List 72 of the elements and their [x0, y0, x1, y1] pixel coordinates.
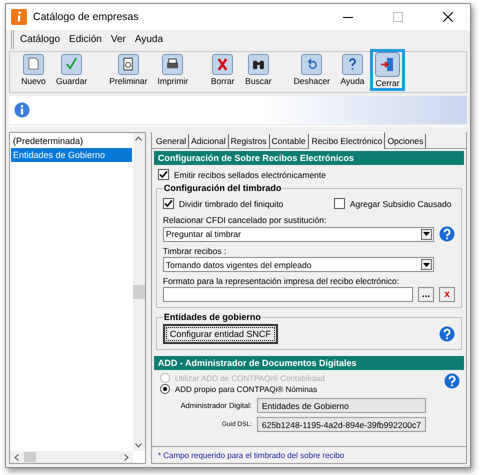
configure-button[interactable]: Configurar entidad SNCF	[162, 324, 278, 344]
browse-button[interactable]: ...	[418, 287, 434, 302]
help-icon[interactable]	[439, 326, 455, 342]
toolbar-button[interactable]: Guardar	[51, 51, 92, 89]
section-header: ADD - Administrador de Documentos Digitales	[154, 356, 464, 370]
undo-icon	[299, 54, 324, 75]
help-icon[interactable]	[444, 373, 460, 389]
toolbar-button[interactable]: Nuevo	[16, 51, 51, 89]
caret-icon	[423, 262, 430, 266]
tab[interactable]: Opciones	[385, 134, 426, 148]
checkbox[interactable]	[158, 169, 169, 180]
menu-item[interactable]: Ver	[110, 34, 126, 45]
menu-item[interactable]: Edición	[69, 34, 102, 45]
toolbar-button[interactable]: Ayuda	[335, 51, 370, 89]
x-icon	[210, 54, 236, 75]
clear-button[interactable]: x	[439, 287, 455, 302]
printer-icon	[160, 54, 186, 75]
checkbox[interactable]	[334, 198, 345, 209]
list-item[interactable]: (Predeterminada)	[11, 134, 132, 148]
chevron-icon[interactable]	[135, 136, 142, 141]
toolbar-button[interactable]: Buscar	[240, 51, 277, 89]
window-title: Catálogo de empresas	[33, 11, 140, 23]
tab[interactable]: Contable	[270, 134, 309, 148]
tab[interactable]: Registros	[228, 134, 270, 148]
minimize-icon[interactable]	[343, 16, 353, 18]
caret-icon	[423, 232, 430, 236]
info-icon	[14, 102, 30, 118]
tab[interactable]: Recibo Electrónico	[308, 132, 386, 149]
group-title: Configuración del timbrado	[162, 183, 282, 193]
menu-item[interactable]: Ayuda	[134, 34, 164, 45]
read-only-field: 625b1248-1195-4a2d-894e-39fb992200c7	[256, 417, 426, 432]
checkbox-label: Dividir timbrado del finiquito	[178, 198, 284, 208]
tab[interactable]: General	[154, 134, 190, 148]
toolbar-button[interactable]: Deshacer	[288, 51, 336, 89]
app-logo-icon	[11, 9, 27, 25]
menu-item[interactable]: Catálogo	[20, 34, 60, 45]
checkbox[interactable]	[162, 198, 174, 209]
read-only-field: Entidades de Gobierno	[256, 398, 426, 413]
close-icon[interactable]	[443, 12, 453, 22]
radio-label: ADD propio para CONTPAQi® Nóminas	[174, 384, 318, 394]
scroll-thumb[interactable]	[24, 452, 36, 462]
exit-icon	[375, 52, 400, 77]
scroll-thumb[interactable]	[132, 285, 145, 299]
list-item[interactable]: Entidades de Gobierno	[11, 148, 132, 162]
toolbar-button[interactable]: Borrar	[205, 51, 240, 89]
radio-dot-icon	[162, 387, 167, 391]
chevron-icon[interactable]	[14, 454, 19, 460]
toolbar-button[interactable]: Preliminar	[104, 51, 152, 89]
field-label: Relacionar CFDI cancelado por sustitución:	[162, 215, 326, 225]
radio-button[interactable]	[160, 384, 170, 394]
vertical-scrollbar[interactable]	[132, 133, 145, 451]
field-label: Formato para la representación impresa del recibo electrónico:	[162, 276, 400, 286]
section-header: Configuración de Sobre Recibos Electrónicos	[154, 151, 464, 165]
page-icon	[21, 54, 46, 75]
dropdown[interactable]: Preguntar al timbrar	[162, 226, 434, 242]
footer-note: * Campo requerido para el timbrado del sobre recibo	[158, 451, 344, 460]
checkmark-icon	[59, 54, 84, 75]
dropdown[interactable]: Tomando datos vigentes del empleado	[162, 257, 434, 272]
input-field[interactable]	[162, 287, 413, 302]
magnifier-page-icon	[116, 54, 141, 75]
radio-label: Utilizar ADD de CONTPAQi® Contabilidad	[174, 374, 325, 382]
field-label: Timbrar recibos :	[162, 246, 226, 256]
horizontal-scrollbar[interactable]	[10, 451, 133, 463]
checkbox-label: Agregar Subsidio Causado	[350, 198, 452, 208]
binoculars-icon	[246, 54, 271, 75]
help-icon	[340, 54, 366, 75]
toolbar-button[interactable]: Imprimir	[152, 51, 194, 89]
checkbox-label: Emitir recibos sellados electrónicamente	[174, 170, 326, 180]
tab[interactable]: Adicional	[189, 134, 229, 148]
toolbar-button[interactable]: Cerrar	[370, 49, 406, 91]
group-title: Entidades de gobierno	[162, 312, 262, 322]
help-icon[interactable]	[439, 226, 455, 242]
